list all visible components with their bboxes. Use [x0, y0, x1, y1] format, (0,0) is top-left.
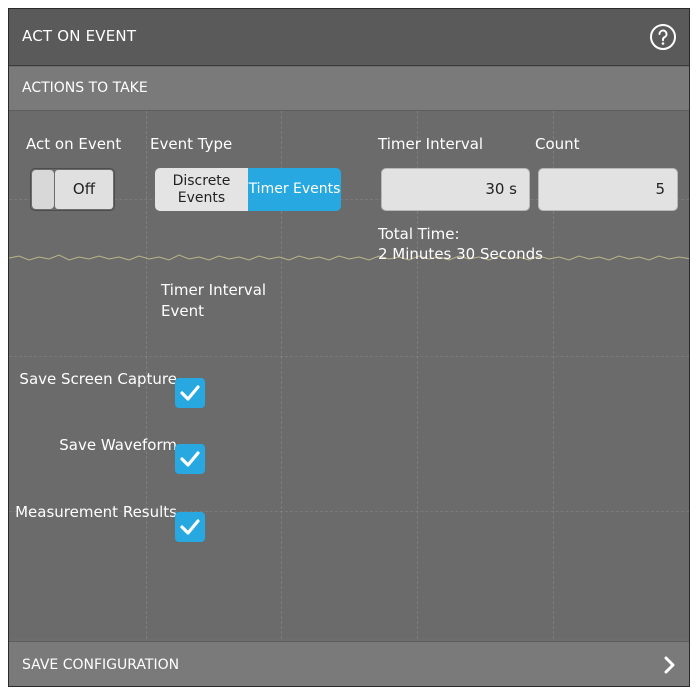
act-on-event-toggle[interactable]: Off: [30, 168, 115, 211]
help-circle-icon[interactable]: [649, 23, 677, 51]
act-on-event-panel: ACT ON EVENT ACTIONS TO TAKE Act on Even…: [8, 8, 690, 687]
measurement-results-label: Measurement Results: [15, 503, 177, 521]
check-icon: [180, 519, 200, 535]
event-column-header: Timer Interval Event: [161, 281, 267, 320]
grid-line: [9, 356, 689, 357]
section-title: ACTIONS TO TAKE: [22, 80, 148, 96]
event-type-timer-option[interactable]: Timer Events: [248, 168, 341, 211]
total-time-label: Total Time:: [378, 225, 460, 243]
save-screen-capture-checkbox[interactable]: [175, 378, 205, 408]
count-label: Count: [535, 135, 580, 153]
toggle-knob: [32, 170, 54, 209]
actions-content: Act on Event Off Event Type Discrete Eve…: [9, 111, 689, 639]
event-type-label: Event Type: [150, 135, 233, 153]
panel-title: ACT ON EVENT: [22, 27, 137, 45]
save-configuration-header[interactable]: SAVE CONFIGURATION: [9, 641, 689, 686]
save-screen-capture-row: Save Screen Capture: [9, 369, 229, 413]
timer-interval-label: Timer Interval: [378, 135, 484, 153]
event-type-selector[interactable]: Discrete Events Timer Events: [155, 168, 341, 211]
save-screen-capture-label: Save Screen Capture: [19, 370, 177, 388]
measurement-results-checkbox[interactable]: [175, 512, 205, 542]
measurement-results-row: Measurement Results: [9, 502, 229, 546]
total-time-value: 2 Minutes 30 Seconds: [378, 245, 543, 263]
actions-to-take-header[interactable]: ACTIONS TO TAKE: [9, 67, 689, 111]
footer-title: SAVE CONFIGURATION: [22, 657, 180, 673]
chevron-right-icon: [664, 656, 675, 674]
title-bar: ACT ON EVENT: [9, 9, 689, 66]
event-type-discrete-option[interactable]: Discrete Events: [155, 168, 248, 211]
save-waveform-checkbox[interactable]: [175, 444, 205, 474]
timer-interval-field[interactable]: 30 s: [381, 168, 530, 211]
count-field[interactable]: 5: [538, 168, 678, 211]
check-icon: [180, 451, 200, 467]
act-on-event-label: Act on Event: [26, 135, 122, 153]
save-waveform-label: Save Waveform: [59, 436, 177, 454]
check-icon: [180, 385, 200, 401]
waveform-trace: [9, 254, 689, 261]
save-waveform-row: Save Waveform: [9, 435, 229, 479]
toggle-value: Off: [55, 170, 113, 209]
